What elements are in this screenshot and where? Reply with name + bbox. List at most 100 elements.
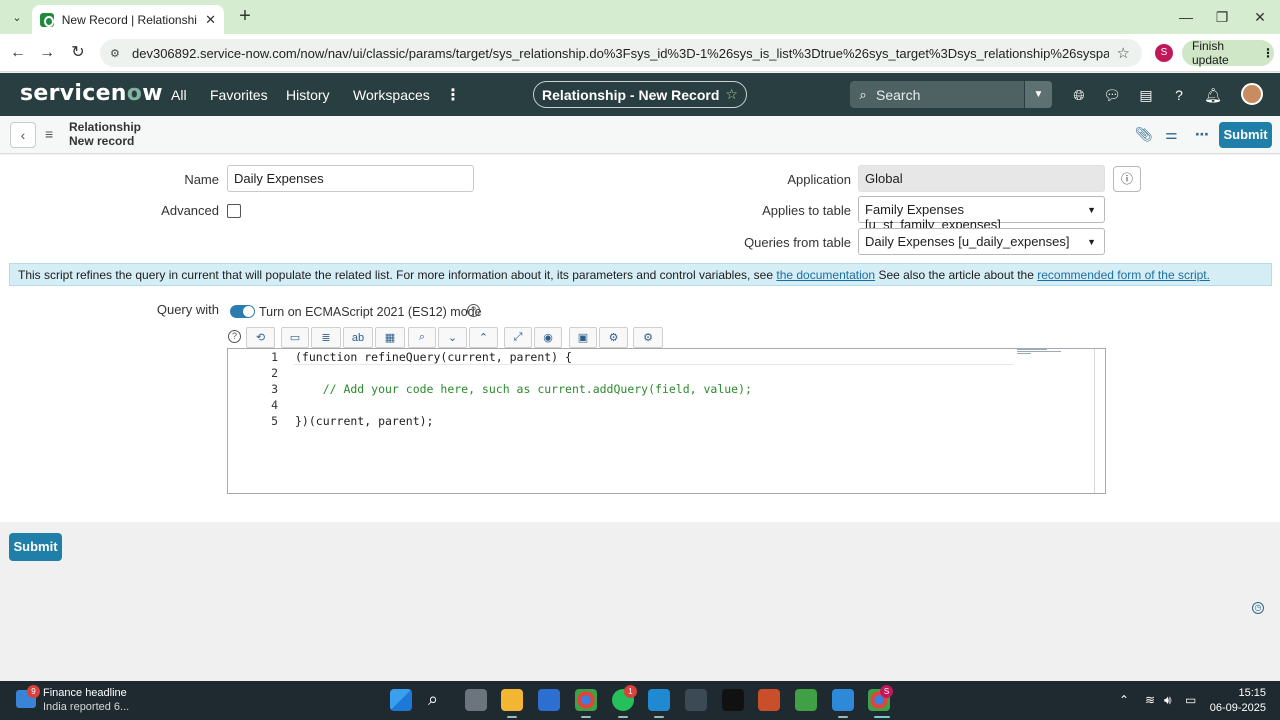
- script-settings-icon[interactable]: ⚙: [633, 327, 663, 348]
- windows-start-icon[interactable]: [390, 689, 412, 711]
- notifications-bell-icon[interactable]: 🔔︎: [1203, 86, 1223, 104]
- hamburger-menu-icon[interactable]: ≡: [45, 126, 53, 142]
- editor-help-icon[interactable]: ?: [228, 330, 241, 343]
- help-question-icon[interactable]: ?: [467, 304, 480, 317]
- es12-mode-toggle[interactable]: [230, 305, 255, 318]
- documentation-link[interactable]: the documentation: [776, 268, 875, 282]
- whatsapp-badge: 1: [624, 685, 637, 698]
- new-tab-button[interactable]: +: [234, 6, 256, 28]
- nav-favorites[interactable]: Favorites: [210, 87, 268, 103]
- format-code-icon[interactable]: ≣: [311, 327, 341, 348]
- editor-scrollbar[interactable]: [1094, 349, 1095, 493]
- nav-workspaces[interactable]: Workspaces: [353, 87, 430, 103]
- global-search[interactable]: ⌕ Search ▼: [850, 81, 1052, 108]
- reload-icon[interactable]: ↻: [67, 42, 89, 64]
- bookmark-star-icon[interactable]: ☆: [1117, 44, 1130, 62]
- news-subtitle[interactable]: India reported 6...: [43, 701, 129, 713]
- running-indicator: [654, 716, 664, 718]
- code-area[interactable]: (function refineQuery(current, parent) {…: [295, 349, 1015, 429]
- submit-button-top[interactable]: Submit: [1219, 122, 1272, 148]
- taskbar-search-icon[interactable]: ⌕: [428, 689, 438, 710]
- script-editor[interactable]: 1 2 3 4 5 (function refineQuery(current,…: [227, 348, 1106, 494]
- code-minimap[interactable]: [1017, 349, 1067, 359]
- notepad-icon[interactable]: [832, 689, 854, 711]
- save-icon[interactable]: ▣: [569, 327, 597, 348]
- clock-time[interactable]: 15:15: [1232, 687, 1266, 699]
- microsoft-store-icon[interactable]: [538, 689, 560, 711]
- chat-icon[interactable]: 💬︎: [1102, 86, 1122, 104]
- replace-all-icon[interactable]: ▦: [375, 327, 405, 348]
- find-previous-icon[interactable]: ⌃: [469, 327, 498, 348]
- url-text[interactable]: dev306892.service-now.com/now/nav/ui/cla…: [132, 46, 1109, 61]
- search-code-icon[interactable]: ⌕: [408, 327, 436, 348]
- replace-icon[interactable]: ab: [343, 327, 373, 348]
- address-bar[interactable]: ⚙ dev306892.service-now.com/now/nav/ui/c…: [100, 39, 1142, 67]
- code-line[interactable]: // Add your code here, such as current.a…: [295, 381, 1015, 397]
- profile-avatar[interactable]: S: [1155, 44, 1173, 62]
- file-explorer-icon[interactable]: [501, 689, 523, 711]
- chrome-menu-icon[interactable]: ⋮: [1262, 46, 1274, 60]
- close-window-button[interactable]: ✕: [1246, 6, 1274, 28]
- user-avatar[interactable]: [1241, 83, 1263, 105]
- tab-search-chevron-icon[interactable]: ⌄: [6, 6, 28, 28]
- back-arrow-icon[interactable]: ←: [7, 42, 29, 64]
- submit-button-bottom[interactable]: Submit: [9, 533, 62, 561]
- more-options-icon[interactable]: ⋯: [1195, 126, 1209, 143]
- code-line[interactable]: [295, 365, 1015, 381]
- code-line[interactable]: (function refineQuery(current, parent) {: [295, 349, 1015, 365]
- script-include-icon[interactable]: ⚙: [599, 327, 628, 348]
- servicenow-logo[interactable]: servicenow: [20, 81, 163, 106]
- code-line[interactable]: [295, 397, 1015, 413]
- attachment-icon[interactable]: 📎︎: [1135, 126, 1153, 143]
- comment-selected-icon[interactable]: ▭: [281, 327, 309, 348]
- fullscreen-icon[interactable]: ⤢: [504, 327, 532, 348]
- browser-tab-active[interactable]: New Record | Relationship | Servi ✕: [32, 5, 224, 34]
- game-app-icon[interactable]: [722, 689, 744, 711]
- code-line[interactable]: })(current, parent);: [295, 413, 1015, 429]
- restore-window-button[interactable]: ❐: [1208, 6, 1236, 28]
- globe-icon[interactable]: 🌐︎: [1069, 86, 1089, 104]
- site-info-icon[interactable]: ⚙: [110, 47, 124, 60]
- search-scope-dropdown[interactable]: ▼: [1024, 81, 1052, 108]
- nav-all[interactable]: All: [171, 87, 187, 103]
- name-field[interactable]: Daily Expenses: [227, 165, 474, 192]
- news-headline[interactable]: Finance headline: [43, 687, 127, 699]
- inbox-icon[interactable]: ▤: [1136, 86, 1156, 104]
- nvidia-icon[interactable]: [795, 689, 817, 711]
- app-icon[interactable]: [685, 689, 707, 711]
- queries-from-select[interactable]: Daily Expenses [u_daily_expenses] ▼: [858, 228, 1105, 255]
- minimize-window-button[interactable]: —: [1172, 6, 1200, 28]
- search-input[interactable]: Search: [876, 87, 1024, 103]
- recommended-form-link[interactable]: recommended form of the script.: [1037, 268, 1210, 282]
- close-tab-icon[interactable]: ✕: [205, 12, 216, 28]
- photo-app-icon[interactable]: [758, 689, 780, 711]
- toggle-syntax-coloring-icon[interactable]: ⟲: [246, 327, 275, 348]
- task-view-icon[interactable]: [465, 689, 487, 711]
- page-timing-icon[interactable]: ◷: [1252, 602, 1264, 614]
- volume-icon[interactable]: 🔊︎: [1164, 693, 1172, 708]
- chrome-app-icon[interactable]: [575, 689, 597, 711]
- clock-date[interactable]: 06-09-2025: [1202, 702, 1266, 714]
- application-info-icon[interactable]: ⓘ: [1113, 166, 1141, 192]
- favorite-star-icon[interactable]: ☆: [725, 86, 738, 103]
- vscode-icon[interactable]: [648, 689, 670, 711]
- forward-arrow-icon[interactable]: →: [36, 42, 58, 64]
- personalize-form-icon[interactable]: ⚌: [1165, 126, 1178, 143]
- applies-to-select[interactable]: Family Expenses [u_st_family_expenses] ▼: [858, 196, 1105, 232]
- line-number-gutter: 1 2 3 4 5: [228, 349, 278, 429]
- find-next-icon[interactable]: ⌄: [438, 327, 467, 348]
- wifi-icon[interactable]: ≋: [1145, 693, 1155, 707]
- show-hidden-icons-chevron[interactable]: ⌃: [1119, 693, 1129, 707]
- back-button[interactable]: ‹: [10, 122, 36, 148]
- script-debugger-icon[interactable]: ◉: [534, 327, 562, 348]
- finish-update-button[interactable]: Finish update ⋮: [1182, 39, 1274, 67]
- advanced-checkbox[interactable]: [227, 204, 241, 218]
- browser-tabstrip: ⌄ New Record | Relationship | Servi ✕ + …: [0, 0, 1280, 34]
- more-menu-icon[interactable]: ⋮: [445, 85, 461, 105]
- record-title-pill[interactable]: Relationship - New Record ☆: [533, 81, 747, 108]
- nav-history[interactable]: History: [286, 87, 330, 103]
- battery-icon[interactable]: ▭: [1185, 693, 1196, 707]
- help-icon[interactable]: ?: [1169, 86, 1189, 104]
- applies-to-label: Applies to table: [762, 203, 851, 218]
- form-table-name: Relationship: [69, 120, 142, 134]
